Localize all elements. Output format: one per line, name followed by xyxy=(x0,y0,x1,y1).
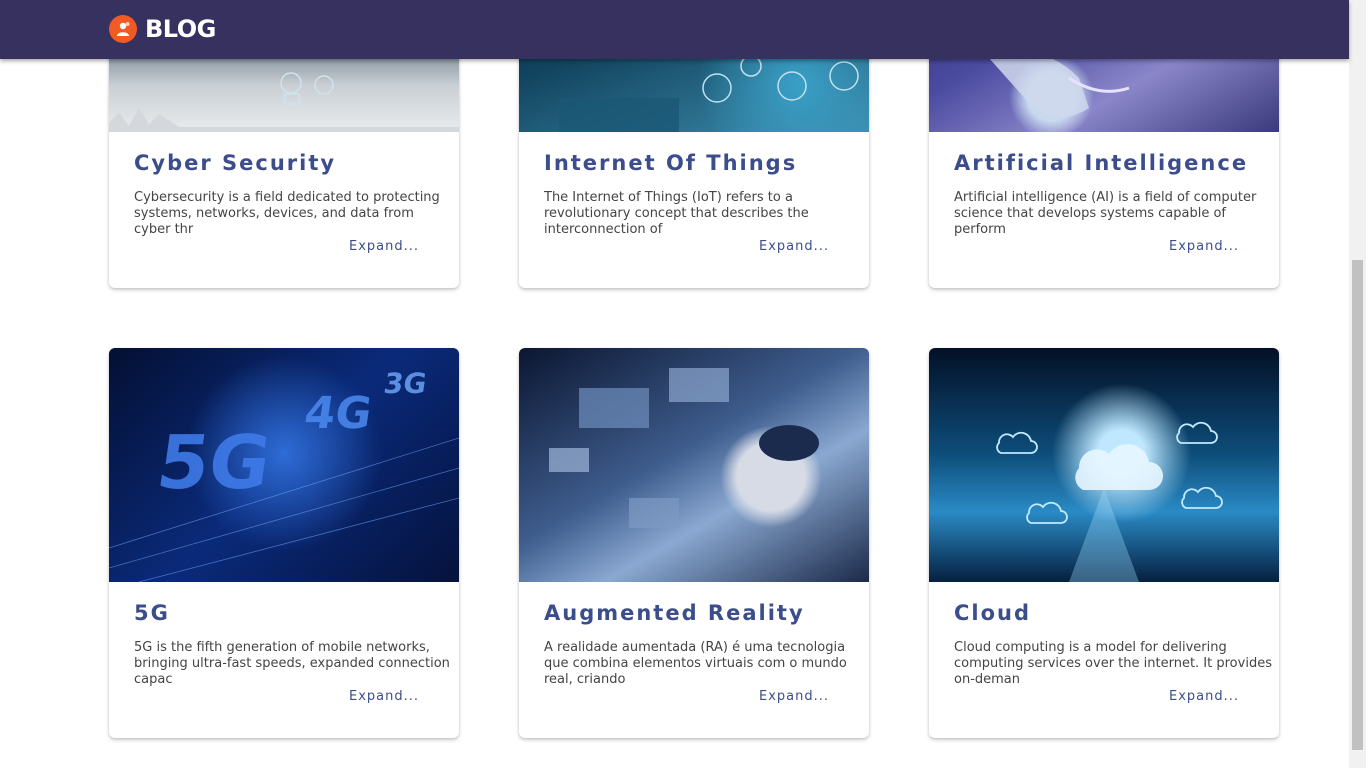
card-description: 5G is the fifth generation of mobile net… xyxy=(134,640,450,687)
expand-link[interactable]: Expand... xyxy=(1169,239,1239,254)
card-image-5g: 5G 4G 3G xyxy=(109,348,459,583)
expand-link[interactable]: Expand... xyxy=(759,239,829,254)
card-augmented-reality[interactable]: Augmented Reality A realidade aumentada … xyxy=(519,348,869,738)
card-title: Cloud xyxy=(954,601,1032,625)
expand-link[interactable]: Expand... xyxy=(1169,689,1239,704)
vertical-scrollbar[interactable] xyxy=(1349,0,1366,768)
expand-link[interactable]: Expand... xyxy=(349,689,419,704)
card-title: 5G xyxy=(134,601,170,625)
brand-title[interactable]: BLOG xyxy=(145,15,216,43)
card-description: The Internet of Things (IoT) refers to a… xyxy=(544,190,809,237)
card-image-augmented-reality xyxy=(519,348,869,582)
card-title: Cyber Security xyxy=(134,151,337,175)
card-5g[interactable]: 5G 4G 3G 5G 5G is the fifth generation o… xyxy=(109,348,459,738)
svg-text:4G: 4G xyxy=(301,388,375,439)
card-description: Artificial intelligence (AI) is a field … xyxy=(954,190,1257,237)
card-cloud[interactable]: Cloud Cloud computing is a model for del… xyxy=(929,348,1279,738)
svg-text:3G: 3G xyxy=(382,367,429,400)
blog-logo-icon[interactable] xyxy=(109,15,137,43)
scrollbar-thumb[interactable] xyxy=(1352,260,1363,750)
card-title: Augmented Reality xyxy=(544,601,805,625)
svg-text:5G: 5G xyxy=(152,419,276,506)
card-title: Internet Of Things xyxy=(544,151,798,175)
card-title: Artificial Intelligence xyxy=(954,151,1249,175)
card-description: Cybersecurity is a field dedicated to pr… xyxy=(134,190,440,237)
card-description: Cloud computing is a model for deliverin… xyxy=(954,640,1272,687)
expand-link[interactable]: Expand... xyxy=(349,239,419,254)
card-image-cloud xyxy=(929,348,1279,582)
top-navbar: BLOG xyxy=(0,0,1349,59)
card-description: A realidade aumentada (RA) é uma tecnolo… xyxy=(544,640,847,687)
expand-link[interactable]: Expand... xyxy=(759,689,829,704)
